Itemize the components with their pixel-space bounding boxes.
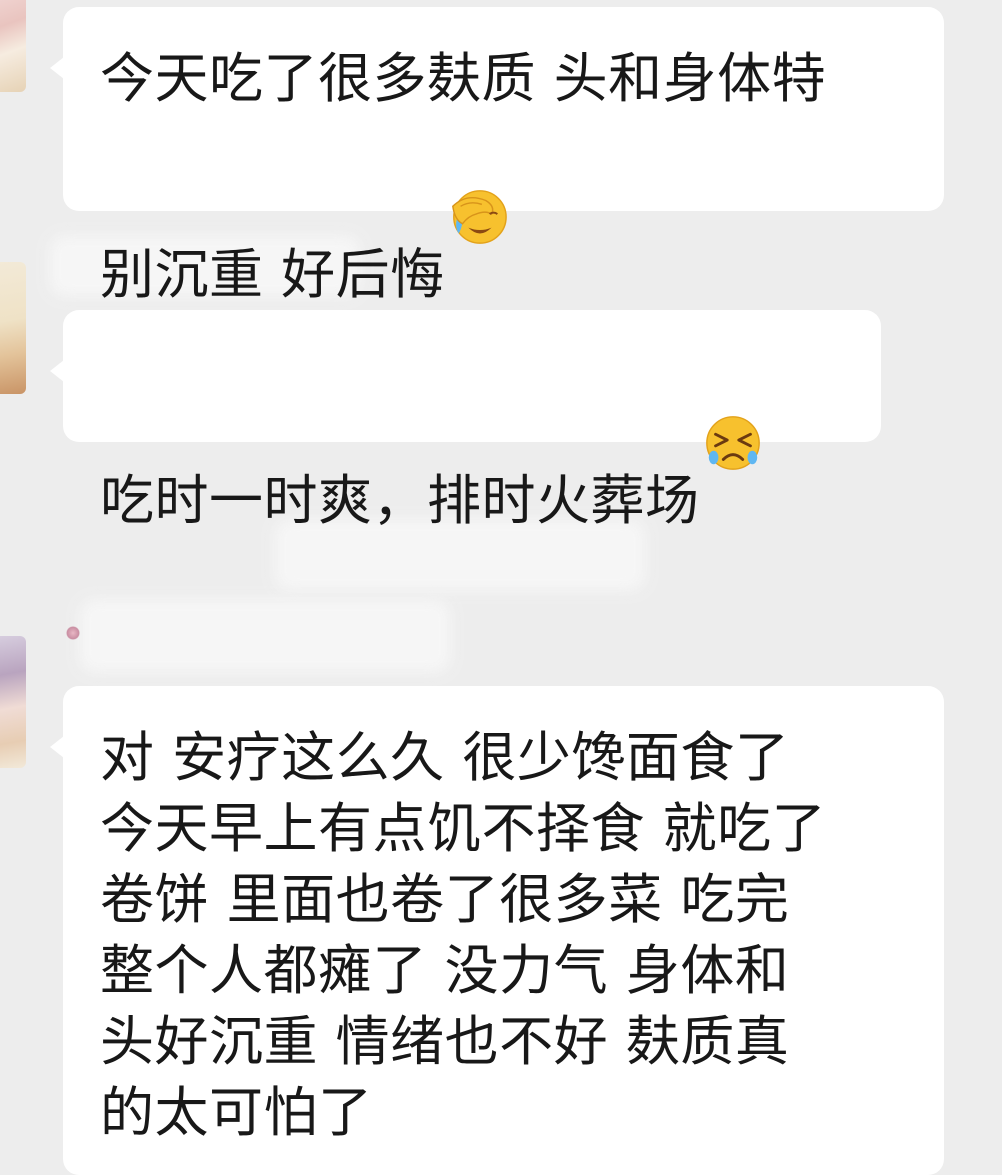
message-text: 吃时一时爽，排时火葬场: [100, 340, 764, 536]
squinting-crying-emoji-icon: [702, 340, 764, 470]
message-text: 对 安疗这么久 很少馋面食了 今天早上有点饥不择食 就吃了 卷饼 里面也卷了很多…: [100, 726, 827, 1144]
message-bubble[interactable]: 对 安疗这么久 很少馋面食了 今天早上有点饥不择食 就吃了 卷饼 里面也卷了很多…: [50, 686, 944, 1175]
flower-icon: [66, 626, 80, 640]
sender-avatar[interactable]: [0, 262, 26, 394]
redacted-sender-name: [80, 600, 450, 672]
message-bubble[interactable]: 吃时一时爽，排时火葬场: [50, 310, 881, 532]
message-bubble[interactable]: 今天吃了很多麸质 头和身体特 别沉重 好后悔: [50, 7, 944, 306]
sender-avatar[interactable]: [0, 0, 26, 92]
message-text: 今天吃了很多麸质 头和身体特 别沉重 好后悔: [100, 47, 827, 306]
facepalm-crying-emoji-icon: [447, 114, 509, 244]
sender-avatar[interactable]: [0, 636, 26, 768]
